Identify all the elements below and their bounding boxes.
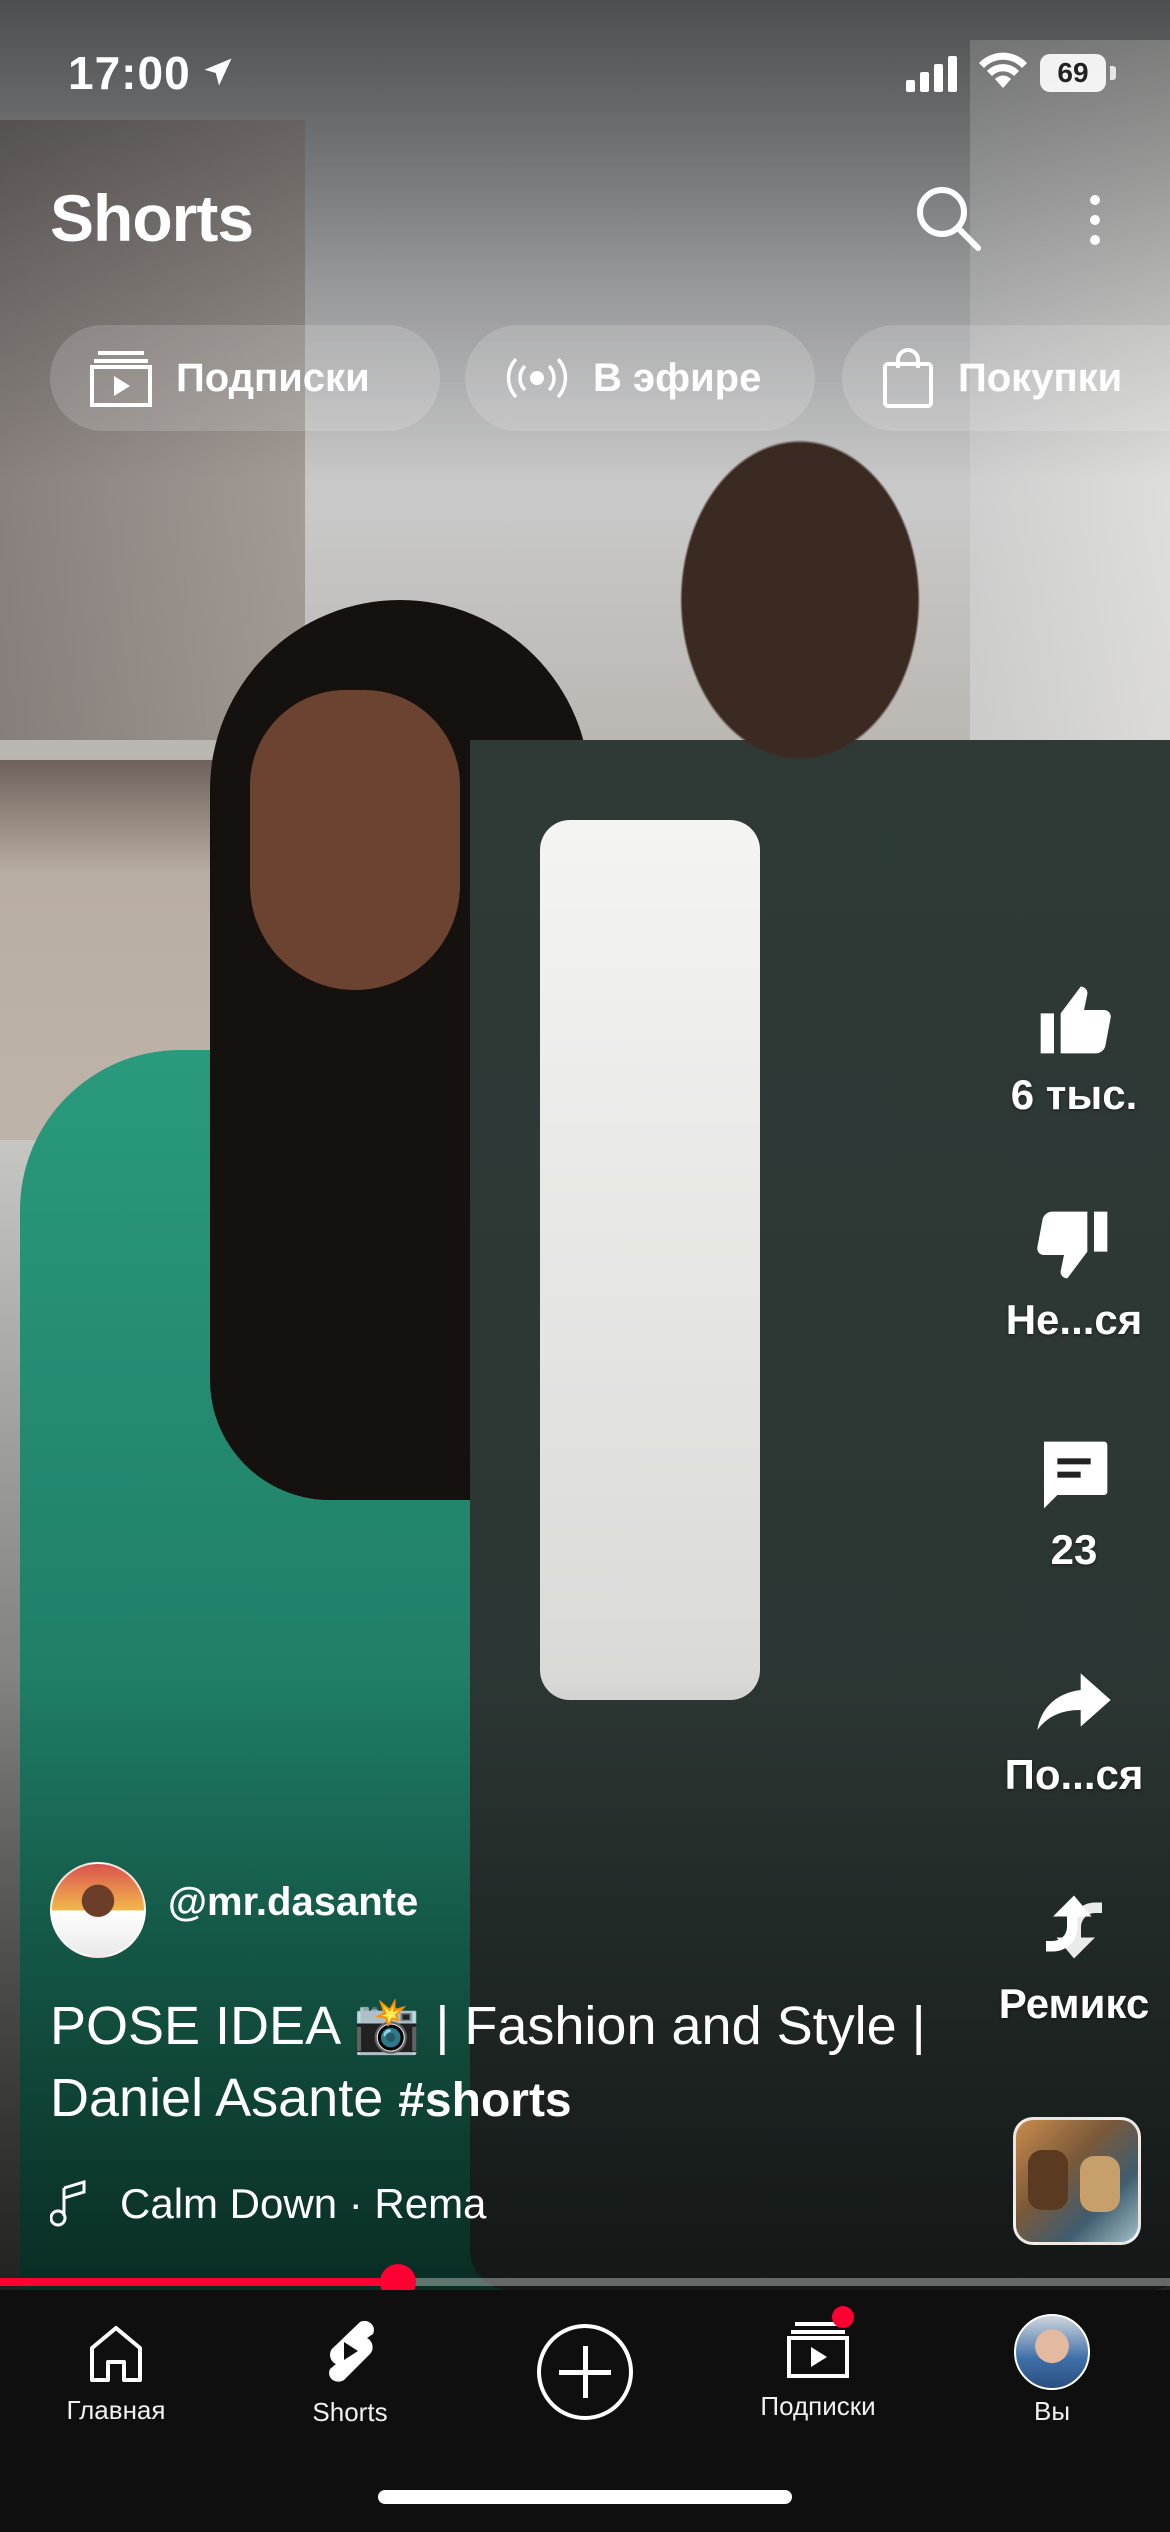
channel-avatar[interactable] <box>50 1862 146 1958</box>
remix-button[interactable]: Ремикс <box>979 1885 1169 2028</box>
comment-count: 23 <box>1050 1526 1098 1573</box>
like-count: 6 тыс. <box>1010 1071 1138 1118</box>
video-progress-fill <box>0 2278 398 2286</box>
search-icon[interactable] <box>912 182 984 254</box>
chip-shopping[interactable]: Покупки <box>842 325 1170 431</box>
subscriptions-icon <box>787 2322 849 2378</box>
chip-label: В эфире <box>593 355 762 400</box>
nav-create[interactable] <box>485 2302 685 2420</box>
chip-label: Подписки <box>176 355 370 400</box>
filter-chips: Подписки В эфире Покупки <box>50 325 1170 435</box>
music-note-icon <box>50 2180 86 2227</box>
nav-label: Вы <box>1033 2396 1071 2426</box>
thumbs-down-icon <box>1037 1211 1108 1279</box>
remix-label: Ремикс <box>998 1980 1150 2027</box>
nav-label: Подписки <box>760 2391 876 2421</box>
page-title: Shorts <box>50 181 254 255</box>
caption-hashtag[interactable]: #shorts <box>398 2074 571 2127</box>
like-button[interactable]: 6 тыс. <box>979 980 1169 1119</box>
video-caption[interactable]: POSE IDEA 📸 | Fashion and Style | Daniel… <box>50 1990 980 2137</box>
battery-indicator: 69 <box>1040 54 1106 92</box>
video-progress-bar[interactable] <box>0 2264 1170 2300</box>
nav-you[interactable]: Вы <box>952 2302 1152 2427</box>
home-icon <box>90 2326 142 2382</box>
shorts-icon <box>329 2320 374 2382</box>
chip-subscriptions[interactable]: Подписки <box>50 325 440 431</box>
sound-thumbnail-art <box>1028 2150 1068 2210</box>
battery-tip <box>1110 66 1116 80</box>
status-bar: 17:00 69 <box>0 0 1170 140</box>
location-arrow-icon <box>204 58 232 86</box>
channel-handle[interactable]: @mr.dasante <box>168 1880 418 1925</box>
dislike-label: Не...ся <box>1005 1296 1143 1343</box>
comment-icon <box>1044 1441 1108 1509</box>
chip-live[interactable]: В эфире <box>465 325 815 431</box>
create-icon <box>537 2324 633 2420</box>
shopping-bag-icon <box>883 348 933 408</box>
comments-button[interactable]: 23 <box>979 1435 1169 1574</box>
remix-icon <box>1046 1895 1102 1959</box>
share-button[interactable]: По...ся <box>979 1660 1169 1799</box>
wifi-icon <box>979 52 1027 88</box>
nav-shorts[interactable]: Shorts <box>250 2302 450 2428</box>
notification-dot <box>832 2306 854 2328</box>
music-info[interactable]: Calm Down · Rema <box>50 2180 486 2228</box>
shorts-screen: 17:00 69 Shorts Подписки В эфире Покупки… <box>0 0 1170 2532</box>
cellular-signal-icon <box>906 56 957 92</box>
thumbs-up-icon <box>1040 986 1111 1054</box>
nav-home[interactable]: Главная <box>16 2302 216 2426</box>
nav-subscriptions[interactable]: Подписки <box>718 2302 918 2422</box>
live-icon <box>506 357 568 399</box>
nav-label: Главная <box>66 2395 166 2425</box>
nav-label: Shorts <box>312 2397 388 2427</box>
man-shirt <box>540 820 760 1700</box>
home-indicator <box>378 2490 792 2504</box>
woman-face <box>250 690 460 990</box>
share-icon <box>1037 1673 1111 1730</box>
sound-thumbnail[interactable] <box>1013 2117 1141 2245</box>
avatar <box>1014 2314 1090 2390</box>
share-label: По...ся <box>1004 1751 1144 1798</box>
subscriptions-icon <box>90 351 152 407</box>
music-title: Calm Down · Rema <box>120 2180 487 2227</box>
chip-label: Покупки <box>958 355 1123 400</box>
more-options-icon[interactable] <box>1070 190 1120 250</box>
dislike-button[interactable]: Не...ся <box>979 1205 1169 1344</box>
sound-thumbnail-art <box>1080 2156 1120 2212</box>
status-time: 17:00 <box>68 47 191 99</box>
